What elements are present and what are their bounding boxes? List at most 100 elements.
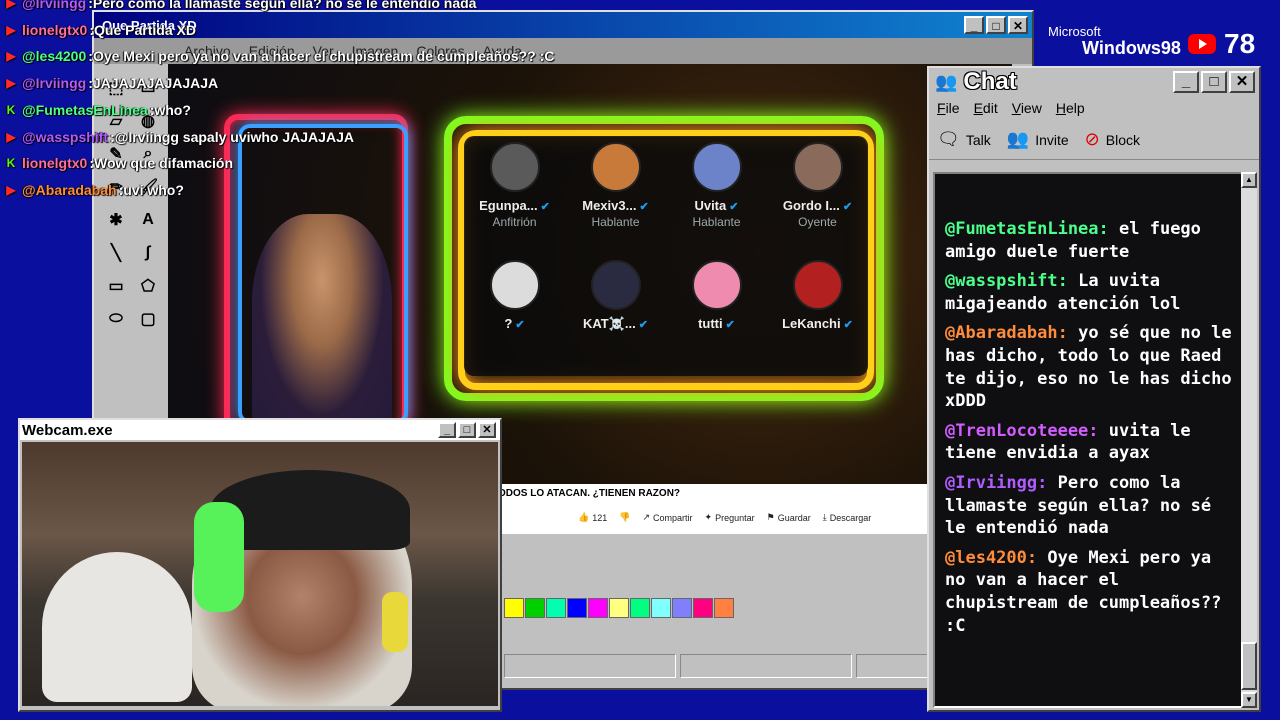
color-swatch[interactable] [525, 598, 545, 618]
overlay-chat-line: ▶ @les4200 : Oye Mexi pero ya no van a ha… [4, 45, 554, 67]
like-button[interactable]: 👍 121 [578, 512, 607, 523]
text-icon[interactable]: A [133, 205, 163, 235]
airbrush-icon[interactable]: ✱ [101, 205, 131, 235]
scroll-thumb[interactable] [1241, 642, 1257, 690]
dislike-button[interactable]: 👎 [619, 512, 630, 523]
color-swatch[interactable] [609, 598, 629, 618]
overlay-chat-line: ▶ lionelgtx0 : Que Partida XD [4, 19, 196, 41]
action-guardar[interactable]: ⚑ Guardar [767, 512, 811, 523]
space-participant[interactable]: LeKanchi ✔ [767, 254, 868, 372]
overlay-chat-line: ▶ @Abaradabah : uvi who? [4, 179, 184, 201]
action-label: Guardar [777, 512, 811, 523]
rounded-rect-icon[interactable]: ▢ [133, 304, 163, 334]
chat-menu-item[interactable]: Help [1056, 100, 1085, 116]
polygon-icon[interactable]: ⬠ [133, 271, 163, 301]
chat-invite-button[interactable]: 👥 Invite [1007, 129, 1069, 150]
video-actions: 👍 121 👎 ↗ Compartir ✦ Preguntar ⚑ Guardar ⤓ Desc… [578, 512, 871, 523]
color-swatch[interactable] [504, 598, 524, 618]
paint-titlebar[interactable]: Que Partida XD _ □ ✕ [94, 12, 1032, 38]
color-palette [504, 598, 734, 618]
color-swatch[interactable] [714, 598, 734, 618]
overlay-chat-username: @les4200 [22, 48, 87, 65]
action-compartir[interactable]: ↗ Compartir [642, 512, 692, 523]
space-participant[interactable]: ? ✔ [464, 254, 565, 372]
close-button[interactable]: ✕ [478, 422, 496, 438]
overlay-chat-message: Que Partida XD [94, 21, 196, 38]
overlay-chat-username: @Irviingg [22, 75, 87, 92]
space-participant[interactable]: tutti ✔ [666, 254, 767, 372]
scroll-down-icon[interactable]: ▼ [1241, 692, 1257, 708]
color-swatch[interactable] [567, 598, 587, 618]
overlay-chat-message: who? [154, 101, 191, 118]
avatar [590, 260, 641, 310]
chat-people-icon: 👥 [935, 71, 958, 92]
space-participant[interactable]: Gordo I... ✔ Oyente [767, 136, 868, 254]
color-swatch[interactable] [630, 598, 650, 618]
verified-icon: ✔ [726, 201, 739, 213]
chat-menu-item[interactable]: Edit [974, 100, 998, 116]
headphones [194, 502, 244, 612]
youtube-icon [1188, 34, 1216, 54]
action-preguntar[interactable]: ✦ Preguntar [705, 512, 755, 523]
overlay-chat-message: uvi who? [123, 181, 184, 198]
brand-microsoft: Microsoft [1048, 24, 1101, 39]
maximize-button[interactable]: □ [986, 16, 1006, 34]
minimize-button[interactable]: _ [964, 16, 984, 34]
color-swatch[interactable] [693, 598, 713, 618]
chat-scrollbar[interactable]: ▲ ▼ [1241, 172, 1257, 708]
space-participant[interactable]: Uvita ✔ Hablante [666, 136, 767, 254]
space-participant[interactable]: Mexiv3... ✔ Hablante [565, 136, 666, 254]
verified-icon: ✔ [512, 319, 525, 331]
action-descargar[interactable]: ⤓ Descargar [823, 512, 872, 523]
color-swatch[interactable] [588, 598, 608, 618]
avatar [792, 142, 843, 192]
chat-username: @FumetasEnLinea: [945, 219, 1109, 239]
space-participant[interactable]: Egunpa... ✔ Anfitrión [464, 136, 565, 254]
minimize-button[interactable]: _ [438, 422, 456, 438]
minimize-button[interactable]: _ [1173, 71, 1199, 93]
thumb-down-icon: 👎 [619, 512, 631, 522]
maximize-button[interactable]: □ [1201, 71, 1227, 93]
chat-username: @Irviingg: [945, 472, 1048, 493]
action-label: Descargar [829, 512, 872, 523]
curve-icon[interactable]: ∫ [133, 238, 163, 268]
scroll-up-icon[interactable]: ▲ [1241, 172, 1257, 188]
overlay-chat-line: ▶ @Irviingg : Pero como la llamaste según… [4, 0, 476, 14]
participant-name: tutti ✔ [698, 316, 735, 331]
color-swatch[interactable] [672, 598, 692, 618]
thumb-up-icon: 👍 [578, 512, 590, 522]
chat-menu-item[interactable]: File [937, 100, 960, 116]
brand-windows: Windows98 [1082, 38, 1181, 58]
chat-menu-item[interactable]: View [1012, 100, 1042, 116]
maximize-button[interactable]: □ [458, 422, 476, 438]
avatar [691, 260, 742, 310]
overlay-chat-username: @FumetasEnLinea [22, 101, 148, 118]
color-swatch[interactable] [651, 598, 671, 618]
chat-block-button[interactable]: ⊘ Block [1085, 129, 1140, 150]
ellipse-icon[interactable]: ⬭ [101, 304, 131, 334]
status-cell [680, 654, 852, 678]
overlay-chat-message: JAJAJAJAJAJAJA [92, 75, 219, 92]
participant-name: Gordo I... ✔ [783, 198, 852, 213]
chat-talk-button[interactable]: 🗨 Talk [937, 129, 991, 150]
rectangle-icon[interactable]: ▭ [101, 271, 131, 301]
chat-username: @Abaradabah: [945, 323, 1068, 344]
host-video [252, 214, 392, 434]
color-swatch[interactable] [546, 598, 566, 618]
participant-role: Hablante [591, 215, 640, 229]
chat-messages: @FumetasEnLinea: el fuego amigo duele fu… [945, 218, 1241, 644]
webcam-titlebar[interactable]: Webcam.exe _ □ ✕ [20, 420, 500, 440]
close-button[interactable]: ✕ [1229, 71, 1255, 93]
line-icon[interactable]: ╲ [101, 238, 131, 268]
chat-username: @wasspshift: [945, 271, 1068, 292]
participant-name-text: Egunpa... [479, 198, 538, 213]
chat-tool-label: Block [1105, 131, 1140, 148]
chat-titlebar[interactable]: 👥 Chat _ □ ✕ [929, 68, 1259, 96]
descargar-icon: ⤓ [822, 512, 827, 522]
overlay-chat-username: lionelgtx0 [22, 155, 88, 172]
space-participant[interactable]: KAT☠️... ✔ [565, 254, 666, 372]
close-button[interactable]: ✕ [1008, 16, 1028, 34]
chat-log: @FumetasEnLinea: el fuego amigo duele fu… [933, 172, 1243, 708]
action-label: Preguntar [715, 512, 755, 523]
